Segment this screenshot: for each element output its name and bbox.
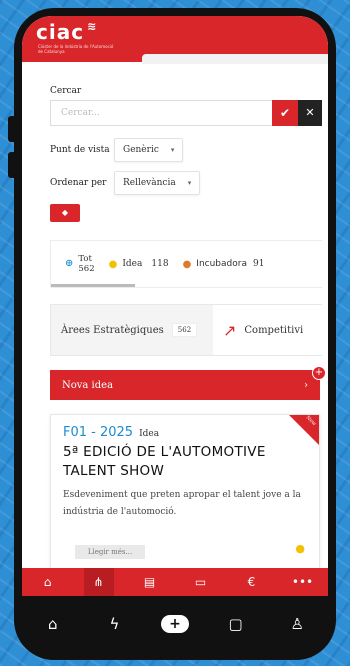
user-icon[interactable]: ♙ bbox=[282, 615, 312, 633]
phone-side-button bbox=[8, 152, 18, 178]
category-tabs: Àrees Estratègiques 562 ↗ Competitivi bbox=[50, 304, 322, 356]
stat-total-count: 562 bbox=[78, 264, 95, 274]
tab-label: Àrees Estratègiques bbox=[61, 324, 164, 336]
idea-card[interactable]: New F01 - 2025 Idea 5ª EDICIÓ DE L'AUTOMO… bbox=[50, 414, 320, 594]
tab-strategic-areas[interactable]: Àrees Estratègiques 562 bbox=[51, 305, 213, 355]
new-idea-button[interactable]: Nova idea › bbox=[50, 370, 320, 400]
view-label: Punt de vista bbox=[50, 145, 110, 155]
home-icon[interactable]: ⌂ bbox=[33, 568, 63, 596]
search-clear-button[interactable]: ✕ bbox=[298, 100, 322, 126]
order-select-value: Rellevància bbox=[123, 178, 176, 188]
order-label: Ordenar per bbox=[50, 178, 107, 188]
network-icon[interactable]: ⋔ bbox=[83, 568, 114, 596]
stat-incubator-count: 91 bbox=[252, 259, 265, 269]
stat-incubator-label: Incubadora bbox=[196, 259, 247, 269]
stat-idea-count: 118 bbox=[151, 259, 169, 269]
store-icon[interactable]: ▤ bbox=[135, 568, 165, 596]
card-code: F01 - 2025 bbox=[63, 425, 134, 440]
search-submit-button[interactable]: ✔ bbox=[272, 100, 298, 126]
read-more-button[interactable]: Llegir més... bbox=[75, 545, 145, 559]
stat-incubator[interactable]: ● Incubadora 91 bbox=[183, 259, 265, 270]
stats-scroll-indicator bbox=[51, 284, 135, 287]
add-icon[interactable]: + bbox=[312, 366, 326, 380]
stat-total[interactable]: ⊕ Tot 562 bbox=[65, 254, 95, 274]
view-select-value: Genèric bbox=[123, 145, 159, 155]
view-filter-row: Punt de vista Genèric ▾ bbox=[50, 138, 184, 162]
order-select[interactable]: Rellevància ▾ bbox=[114, 171, 201, 195]
os-bottom-nav: ⌂ ϟ + ▢ ♙ bbox=[22, 596, 328, 652]
tag-filter-button[interactable]: ◆ bbox=[50, 204, 80, 222]
phone-side-button bbox=[8, 116, 18, 142]
tab-count: 562 bbox=[171, 323, 198, 337]
header-panel-edge bbox=[142, 54, 328, 64]
tab-competitiveness[interactable]: ↗ Competitivi bbox=[213, 305, 313, 355]
flame-icon: ● bbox=[182, 258, 192, 270]
chevron-down-icon: ▾ bbox=[170, 146, 175, 154]
search-label: Cercar bbox=[50, 86, 82, 96]
app-header: ciac ≋ Clúster de la Indústria de l'Autom… bbox=[22, 16, 328, 64]
plus-icon[interactable]: + bbox=[160, 615, 189, 633]
app-screen: ciac ≋ Clúster de la Indústria de l'Autom… bbox=[22, 16, 328, 596]
id-card-icon[interactable]: ▭ bbox=[186, 568, 216, 596]
chevron-right-icon: › bbox=[304, 379, 308, 391]
chat-icon[interactable]: ▢ bbox=[221, 615, 251, 633]
app-bottom-nav: ⌂ ⋔ ▤ ▭ € ••• bbox=[22, 568, 328, 596]
more-icon[interactable]: ••• bbox=[288, 568, 318, 596]
new-idea-label: Nova idea bbox=[62, 379, 114, 391]
euro-icon[interactable]: € bbox=[237, 568, 267, 596]
card-type: Idea bbox=[139, 429, 160, 439]
home-icon[interactable]: ⌂ bbox=[38, 615, 68, 633]
stat-total-label: Tot bbox=[78, 254, 92, 264]
search-input[interactable] bbox=[50, 100, 272, 126]
globe-icon: ⊕ bbox=[65, 258, 74, 269]
search-row: ✔ ✕ bbox=[50, 100, 322, 126]
tab-label: Competitivi bbox=[244, 324, 304, 336]
stat-idea-label: Idea bbox=[122, 259, 143, 269]
bolt-icon[interactable]: ϟ bbox=[99, 615, 129, 633]
lightbulb-icon: ● bbox=[108, 258, 118, 270]
card-code-row: F01 - 2025 Idea bbox=[63, 425, 159, 440]
lightbulb-icon: ● bbox=[295, 542, 305, 555]
chevron-down-icon: ▾ bbox=[187, 179, 192, 187]
card-description: Esdeveniment que preten apropar el talen… bbox=[63, 490, 301, 517]
tag-icon: ◆ bbox=[61, 208, 69, 217]
chart-icon: ↗ bbox=[223, 320, 237, 340]
logo-subtitle: Clúster de la Indústria de l'Automoció d… bbox=[38, 44, 114, 54]
ciac-logo: ciac ≋ bbox=[36, 20, 98, 44]
order-filter-row: Ordenar per Rellevància ▾ bbox=[50, 171, 201, 195]
stat-idea[interactable]: ● Idea 118 bbox=[109, 259, 169, 270]
card-title: 5ª EDICIÓ DE L'AUTOMOTIVE TALENT SHOW bbox=[63, 444, 266, 479]
close-icon: ✕ bbox=[305, 106, 315, 119]
view-select[interactable]: Genèric ▾ bbox=[114, 138, 184, 162]
check-icon: ✔ bbox=[279, 106, 291, 120]
stat-total-text: Tot 562 bbox=[78, 254, 94, 274]
stats-bar: ⊕ Tot 562 ● Idea 118 ● Incubadora 91 bbox=[50, 240, 322, 288]
